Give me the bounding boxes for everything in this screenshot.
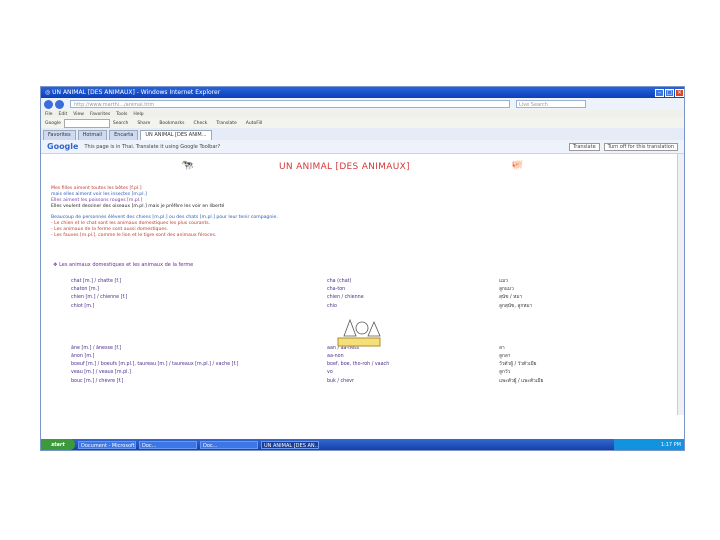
table-row: ânon [m.] aa-non ลูกลา	[71, 353, 671, 361]
menu-edit[interactable]: Edit	[59, 112, 68, 117]
ie-icon: ◎	[45, 89, 53, 96]
cartoon-animal-left: 🐄	[181, 160, 194, 171]
thai-translation: ลา	[499, 345, 505, 351]
french-word: chaton [m.]	[71, 287, 99, 293]
cartoon-animal-right: 🐖	[511, 160, 524, 171]
menu-tools[interactable]: Tools	[116, 112, 127, 117]
intro-line: - Les fauves [m.pl.], comme le lion et l…	[51, 233, 217, 238]
window-title: UN ANIMAL [DES ANIMAUX] - Windows Intern…	[52, 89, 221, 96]
thai-translation: ลูกสุนัข, ลูกหมา	[499, 303, 533, 309]
french-word: boeuf [m.] / boeufs [m.pl.], taureau [m.…	[71, 362, 239, 368]
pronunciation: chio	[327, 303, 337, 309]
translate-bar: Google This page is in Thai. Translate i…	[41, 140, 684, 154]
turn-off-button[interactable]: Turn off for this translation	[603, 142, 678, 151]
address-input[interactable]: http://www.marthi.../animal.htm	[70, 100, 510, 108]
table-row: boeuf [m.] / boeufs [m.pl.], taureau [m.…	[71, 361, 671, 369]
french-word: chat [m.] / chatte [f.]	[71, 279, 122, 284]
thai-translation: ลูกแมว	[499, 287, 514, 293]
farm-illustration	[337, 318, 381, 347]
search-input[interactable]: Live Search	[516, 100, 586, 108]
title-bar: ◎ UN ANIMAL [DES ANIMAUX] - Windows Inte…	[41, 87, 684, 98]
thai-translation: ลูกวัว	[499, 370, 511, 376]
thai-translation: สุนัข / หมา	[499, 295, 523, 301]
translate-button[interactable]: Translate	[568, 142, 600, 151]
table-row: chaton [m.] cha-ton ลูกแมว	[71, 286, 671, 294]
french-word: chien [m.] / chienne [f.]	[71, 295, 128, 301]
table-row: veau [m.] / veaux [m.pl.] vo ลูกวัว	[71, 369, 671, 377]
intro-text: Mes filles aiment toutes les bêtes [f.pl…	[51, 186, 611, 239]
clock: 1:17 PM	[660, 441, 681, 448]
toolbar-autofill[interactable]: AutoFill	[246, 121, 262, 126]
tab-favorites[interactable]: Favorites	[43, 130, 76, 140]
toolbar-bookmarks[interactable]: Bookmarks	[159, 121, 184, 126]
translate-prompt: This page is in Thai. Translate it using…	[84, 143, 221, 150]
table-row: chat [m.] / chatte [f.] cha (chat) แมว	[71, 278, 671, 286]
thai-translation: ลูกลา	[499, 354, 511, 360]
taskbar-item[interactable]: UN ANIMAL [DES AN...	[261, 440, 319, 449]
tab-encarta[interactable]: Encarta	[109, 130, 139, 140]
menu-favorites[interactable]: Favorites	[90, 112, 110, 117]
thai-translation: แพะตัวผู้ / แพะตัวเมีย	[499, 378, 544, 384]
vertical-scrollbar[interactable]	[677, 154, 684, 415]
maximize-button[interactable]: □	[665, 88, 674, 97]
toolbar-share[interactable]: Share	[137, 121, 150, 126]
start-button[interactable]: start	[41, 439, 75, 450]
pronunciation: aa-non	[327, 354, 344, 360]
minimize-button[interactable]: –	[655, 88, 664, 97]
taskbar-item[interactable]: Doc...	[139, 440, 197, 449]
menu-view[interactable]: View	[73, 112, 84, 117]
google-logo: Google	[47, 142, 79, 151]
forward-button[interactable]	[55, 99, 64, 109]
page-heading: UN ANIMAL [DES ANIMAUX]	[279, 162, 410, 172]
google-toolbar-label: Google	[45, 120, 61, 126]
page-content: 🐄 UN ANIMAL [DES ANIMAUX] 🐖 Mes filles a…	[41, 154, 684, 415]
french-word: chiot [m.]	[71, 303, 95, 309]
tab-active[interactable]: UN ANIMAL [DES ANIM...	[140, 130, 212, 140]
table-row: bouc [m.] / chèvre [f.] buk / chevr แพะตัว…	[71, 378, 671, 386]
menu-file[interactable]: File	[45, 112, 53, 117]
pronunciation: cha (chat)	[327, 279, 352, 284]
thai-translation: แมว	[499, 279, 508, 284]
taskbar-item[interactable]: Document - Microsoft	[78, 440, 136, 449]
thai-translation: วัวตัวผู้ / วัวตัวเมีย	[499, 362, 537, 368]
toolbar-check[interactable]: Check	[194, 121, 208, 126]
taskbar-item[interactable]: Doc...	[200, 440, 258, 449]
taskbar: start Document - Microsoft Doc... Doc...…	[41, 439, 684, 450]
google-search-input[interactable]	[63, 118, 110, 128]
pronunciation: boef, boe, tho-roh / vaach	[327, 362, 390, 368]
menu-help[interactable]: Help	[133, 112, 143, 117]
browser-window: ◎ UN ANIMAL [DES ANIMAUX] - Windows Inte…	[40, 86, 685, 451]
pronunciation: cha-ton	[327, 287, 346, 293]
pronunciation: buk / chevr	[327, 378, 354, 384]
french-word: âne [m.] / ânesse [f.]	[71, 345, 122, 351]
toolbar-search[interactable]: Search	[113, 121, 128, 126]
system-tray: 1:17 PM	[614, 439, 684, 450]
french-word: bouc [m.] / chèvre [f.]	[71, 378, 124, 384]
tab-hotmail[interactable]: Hotmail	[77, 130, 108, 140]
back-button[interactable]	[44, 99, 53, 109]
menu-bar: File Edit View Favorites Tools Help	[41, 110, 684, 118]
toolbar-translate[interactable]: Translate	[216, 121, 236, 126]
table-row: chien [m.] / chienne [f.] chien / chienne…	[71, 294, 671, 302]
section-heading: ❖ Les animaux domestiques et les animaux…	[53, 262, 194, 268]
pronunciation: vo	[327, 370, 333, 376]
table-row: chiot [m.] chio ลูกสุนัข, ลูกหมา	[71, 303, 671, 311]
pronunciation: chien / chienne	[327, 295, 364, 301]
french-word: ânon [m.]	[71, 354, 95, 360]
close-button[interactable]: ×	[675, 88, 684, 97]
google-toolbar: Google Search Share Bookmarks Check Tran…	[41, 118, 684, 128]
french-word: veau [m.] / veaux [m.pl.]	[71, 370, 131, 376]
address-bar-row: http://www.marthi.../animal.htm Live Sea…	[41, 98, 684, 110]
tab-strip: Favorites Hotmail Encarta UN ANIMAL [DES…	[41, 128, 684, 140]
